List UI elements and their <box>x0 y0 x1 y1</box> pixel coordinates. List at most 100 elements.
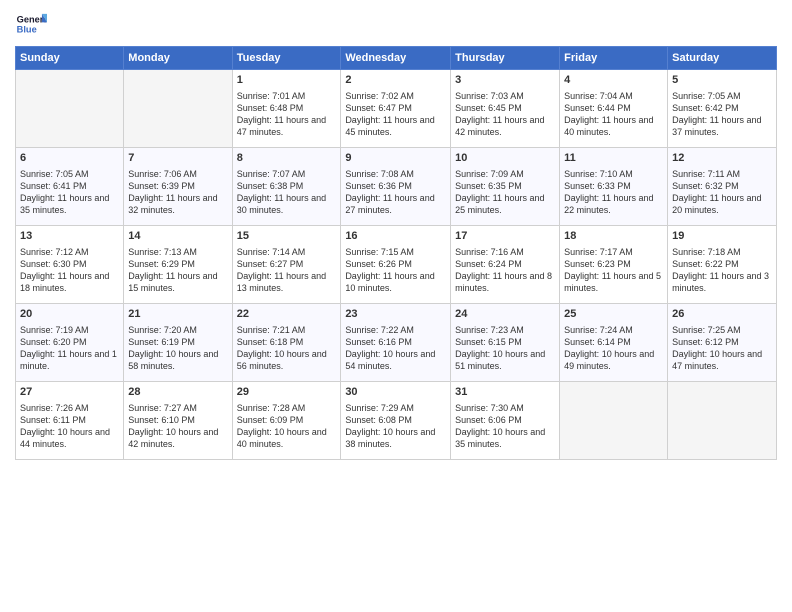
header: General Blue <box>15 10 777 38</box>
calendar-header-monday: Monday <box>124 47 232 70</box>
day-info: Sunrise: 7:02 AMSunset: 6:47 PMDaylight:… <box>345 90 446 139</box>
day-info: Sunrise: 7:22 AMSunset: 6:16 PMDaylight:… <box>345 324 446 373</box>
day-info: Sunrise: 7:05 AMSunset: 6:41 PMDaylight:… <box>20 168 119 217</box>
day-number: 11 <box>564 151 663 166</box>
day-number: 21 <box>128 307 227 322</box>
calendar-cell: 29 Sunrise: 7:28 AMSunset: 6:09 PMDayligh… <box>232 382 341 460</box>
calendar-cell: 12 Sunrise: 7:11 AMSunset: 6:32 PMDayligh… <box>668 148 777 226</box>
day-info: Sunrise: 7:23 AMSunset: 6:15 PMDaylight:… <box>455 324 555 373</box>
day-info: Sunrise: 7:08 AMSunset: 6:36 PMDaylight:… <box>345 168 446 217</box>
day-number: 25 <box>564 307 663 322</box>
day-number: 24 <box>455 307 555 322</box>
day-number: 14 <box>128 229 227 244</box>
day-info: Sunrise: 7:07 AMSunset: 6:38 PMDaylight:… <box>237 168 337 217</box>
calendar-cell: 8 Sunrise: 7:07 AMSunset: 6:38 PMDaylight… <box>232 148 341 226</box>
calendar-cell: 13 Sunrise: 7:12 AMSunset: 6:30 PMDayligh… <box>16 226 124 304</box>
generalblue-logo-icon: General Blue <box>15 10 47 38</box>
day-number: 19 <box>672 229 772 244</box>
calendar-cell: 25Sunrise: 7:24 AMSunset: 6:14 PMDayligh… <box>560 304 668 382</box>
calendar-cell: 26Sunrise: 7:25 AMSunset: 6:12 PMDayligh… <box>668 304 777 382</box>
calendar-header-thursday: Thursday <box>451 47 560 70</box>
day-number: 4 <box>564 73 663 88</box>
day-number: 12 <box>672 151 772 166</box>
day-number: 6 <box>20 151 119 166</box>
calendar-week-2: 6 Sunrise: 7:05 AMSunset: 6:41 PMDaylight… <box>16 148 777 226</box>
calendar-table: SundayMondayTuesdayWednesdayThursdayFrid… <box>15 46 777 460</box>
day-info: Sunrise: 7:05 AMSunset: 6:42 PMDaylight:… <box>672 90 772 139</box>
calendar-cell: 1 Sunrise: 7:01 AMSunset: 6:48 PMDaylight… <box>232 70 341 148</box>
calendar-cell: 15 Sunrise: 7:14 AMSunset: 6:27 PMDayligh… <box>232 226 341 304</box>
day-info: Sunrise: 7:28 AMSunset: 6:09 PMDaylight:… <box>237 402 337 451</box>
calendar-week-4: 20 Sunrise: 7:19 AMSunset: 6:20 PMDayligh… <box>16 304 777 382</box>
svg-text:Blue: Blue <box>17 24 37 34</box>
day-info: Sunrise: 7:06 AMSunset: 6:39 PMDaylight:… <box>128 168 227 217</box>
calendar-header-wednesday: Wednesday <box>341 47 451 70</box>
day-info: Sunrise: 7:20 AMSunset: 6:19 PMDaylight:… <box>128 324 227 373</box>
calendar-cell: 10Sunrise: 7:09 AMSunset: 6:35 PMDayligh… <box>451 148 560 226</box>
calendar-cell: 2 Sunrise: 7:02 AMSunset: 6:47 PMDaylight… <box>341 70 451 148</box>
calendar-cell: 19 Sunrise: 7:18 AMSunset: 6:22 PMDayligh… <box>668 226 777 304</box>
calendar-cell: 28Sunrise: 7:27 AMSunset: 6:10 PMDayligh… <box>124 382 232 460</box>
day-info: Sunrise: 7:15 AMSunset: 6:26 PMDaylight:… <box>345 246 446 295</box>
day-number: 3 <box>455 73 555 88</box>
calendar-cell: 6 Sunrise: 7:05 AMSunset: 6:41 PMDaylight… <box>16 148 124 226</box>
calendar-cell <box>124 70 232 148</box>
day-info: Sunrise: 7:12 AMSunset: 6:30 PMDaylight:… <box>20 246 119 295</box>
day-number: 28 <box>128 385 227 400</box>
calendar-cell: 24 Sunrise: 7:23 AMSunset: 6:15 PMDayligh… <box>451 304 560 382</box>
day-number: 22 <box>237 307 337 322</box>
calendar-cell: 11 Sunrise: 7:10 AMSunset: 6:33 PMDayligh… <box>560 148 668 226</box>
day-number: 30 <box>345 385 446 400</box>
day-info: Sunrise: 7:10 AMSunset: 6:33 PMDaylight:… <box>564 168 663 217</box>
calendar-header-saturday: Saturday <box>668 47 777 70</box>
calendar-header-sunday: Sunday <box>16 47 124 70</box>
day-number: 5 <box>672 73 772 88</box>
calendar-week-3: 13 Sunrise: 7:12 AMSunset: 6:30 PMDayligh… <box>16 226 777 304</box>
day-info: Sunrise: 7:01 AMSunset: 6:48 PMDaylight:… <box>237 90 337 139</box>
day-number: 8 <box>237 151 337 166</box>
calendar-cell: 14 Sunrise: 7:13 AMSunset: 6:29 PMDayligh… <box>124 226 232 304</box>
day-number: 2 <box>345 73 446 88</box>
calendar-header-tuesday: Tuesday <box>232 47 341 70</box>
calendar-cell: 18Sunrise: 7:17 AMSunset: 6:23 PMDayligh… <box>560 226 668 304</box>
day-info: Sunrise: 7:13 AMSunset: 6:29 PMDaylight:… <box>128 246 227 295</box>
calendar-cell: 7 Sunrise: 7:06 AMSunset: 6:39 PMDaylight… <box>124 148 232 226</box>
calendar-week-5: 27Sunrise: 7:26 AMSunset: 6:11 PMDayligh… <box>16 382 777 460</box>
calendar-cell: 21 Sunrise: 7:20 AMSunset: 6:19 PMDayligh… <box>124 304 232 382</box>
day-number: 15 <box>237 229 337 244</box>
day-number: 16 <box>345 229 446 244</box>
day-number: 1 <box>237 73 337 88</box>
day-number: 17 <box>455 229 555 244</box>
day-number: 7 <box>128 151 227 166</box>
day-info: Sunrise: 7:17 AMSunset: 6:23 PMDaylight:… <box>564 246 663 295</box>
day-info: Sunrise: 7:18 AMSunset: 6:22 PMDaylight:… <box>672 246 772 295</box>
day-number: 31 <box>455 385 555 400</box>
calendar-cell <box>668 382 777 460</box>
day-info: Sunrise: 7:04 AMSunset: 6:44 PMDaylight:… <box>564 90 663 139</box>
day-number: 29 <box>237 385 337 400</box>
calendar-cell: 17Sunrise: 7:16 AMSunset: 6:24 PMDayligh… <box>451 226 560 304</box>
calendar-header-friday: Friday <box>560 47 668 70</box>
day-info: Sunrise: 7:14 AMSunset: 6:27 PMDaylight:… <box>237 246 337 295</box>
calendar-cell: 5 Sunrise: 7:05 AMSunset: 6:42 PMDaylight… <box>668 70 777 148</box>
day-number: 13 <box>20 229 119 244</box>
day-number: 9 <box>345 151 446 166</box>
day-info: Sunrise: 7:25 AMSunset: 6:12 PMDaylight:… <box>672 324 772 373</box>
calendar-cell: 30 Sunrise: 7:29 AMSunset: 6:08 PMDayligh… <box>341 382 451 460</box>
calendar-header-row: SundayMondayTuesdayWednesdayThursdayFrid… <box>16 47 777 70</box>
day-info: Sunrise: 7:29 AMSunset: 6:08 PMDaylight:… <box>345 402 446 451</box>
day-info: Sunrise: 7:11 AMSunset: 6:32 PMDaylight:… <box>672 168 772 217</box>
day-number: 20 <box>20 307 119 322</box>
calendar-cell <box>560 382 668 460</box>
calendar-cell: 16 Sunrise: 7:15 AMSunset: 6:26 PMDayligh… <box>341 226 451 304</box>
page: General Blue SundayMondayTuesdayWednesda… <box>0 0 792 612</box>
calendar-cell: 22 Sunrise: 7:21 AMSunset: 6:18 PMDayligh… <box>232 304 341 382</box>
logo: General Blue <box>15 10 47 38</box>
calendar-cell: 31Sunrise: 7:30 AMSunset: 6:06 PMDayligh… <box>451 382 560 460</box>
calendar-cell: 20 Sunrise: 7:19 AMSunset: 6:20 PMDayligh… <box>16 304 124 382</box>
day-info: Sunrise: 7:03 AMSunset: 6:45 PMDaylight:… <box>455 90 555 139</box>
day-info: Sunrise: 7:21 AMSunset: 6:18 PMDaylight:… <box>237 324 337 373</box>
day-info: Sunrise: 7:26 AMSunset: 6:11 PMDaylight:… <box>20 402 119 451</box>
day-info: Sunrise: 7:19 AMSunset: 6:20 PMDaylight:… <box>20 324 119 373</box>
calendar-cell: 4 Sunrise: 7:04 AMSunset: 6:44 PMDaylight… <box>560 70 668 148</box>
